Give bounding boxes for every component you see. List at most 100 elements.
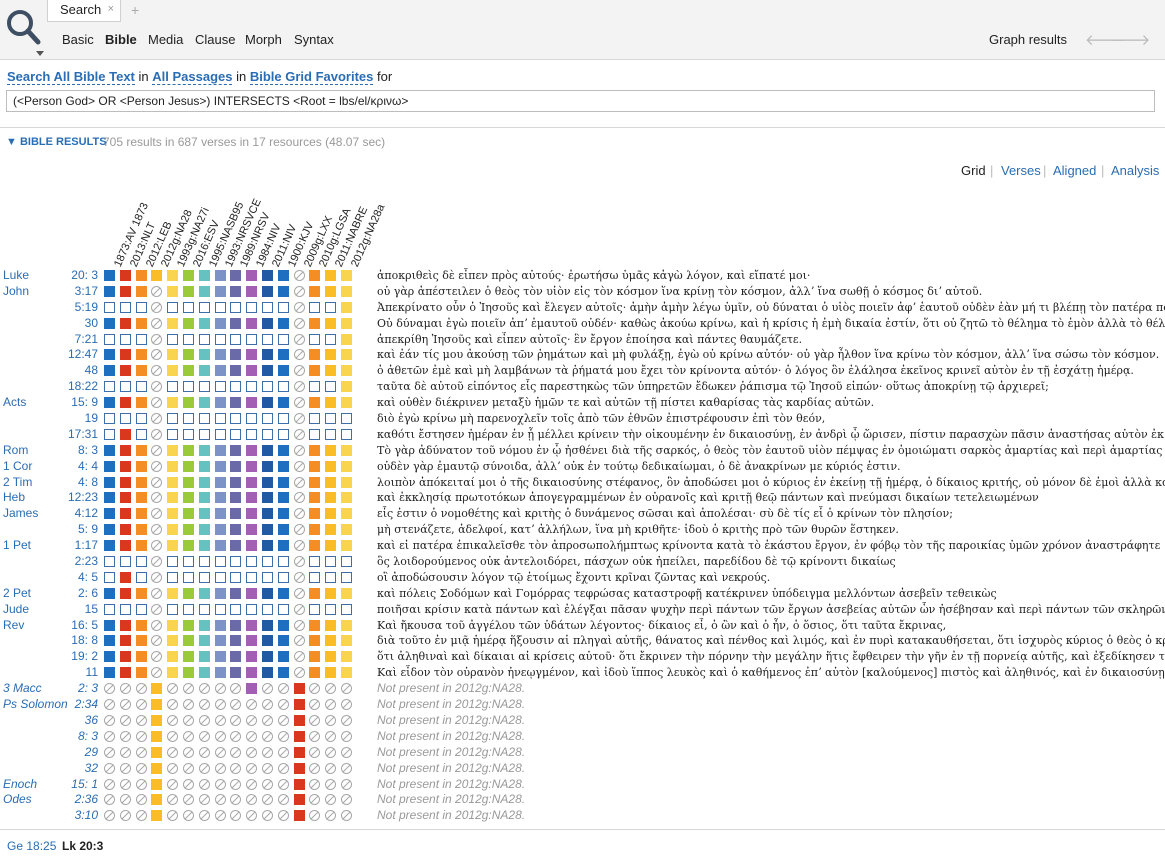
result-hit-cell[interactable]	[214, 270, 226, 281]
result-miss-cell[interactable]	[135, 556, 147, 568]
result-hit-cell[interactable]	[119, 651, 131, 663]
result-hit-cell[interactable]	[183, 635, 194, 647]
result-hit-cell[interactable]	[135, 317, 147, 329]
result-miss-cell[interactable]	[183, 413, 194, 425]
result-hit-cell[interactable]	[214, 651, 226, 663]
result-hit-cell[interactable]	[230, 285, 242, 297]
result-hit-cell[interactable]	[198, 651, 210, 663]
row-verse-ref[interactable]: 18: 8	[38, 633, 98, 647]
row-book-name[interactable]: Rom	[3, 443, 28, 457]
result-hit-cell[interactable]	[246, 397, 258, 409]
result-miss-cell[interactable]	[104, 571, 115, 583]
result-hit-cell[interactable]	[198, 444, 210, 456]
result-hit-cell[interactable]	[119, 444, 131, 456]
result-hit-cell[interactable]	[262, 540, 273, 552]
result-miss-cell[interactable]	[167, 381, 179, 393]
verse-text[interactable]: διὸ ἐγὼ κρίνω μὴ παρενοχλεῖν τοῖς ἀπὸ τῶ…	[377, 411, 1165, 426]
result-miss-cell[interactable]	[119, 381, 131, 393]
result-hit-cell[interactable]	[293, 762, 305, 774]
result-miss-cell[interactable]	[135, 333, 147, 345]
result-hit-cell[interactable]	[277, 667, 289, 679]
result-hit-cell[interactable]	[230, 397, 242, 409]
result-hit-cell[interactable]	[325, 317, 337, 329]
result-hit-cell[interactable]	[246, 285, 258, 297]
result-hit-cell[interactable]	[198, 365, 210, 377]
result-hit-cell[interactable]	[104, 667, 115, 679]
result-hit-cell[interactable]	[104, 524, 115, 536]
result-hit-cell[interactable]	[230, 270, 242, 281]
row-book-name[interactable]: James	[3, 506, 38, 520]
result-miss-cell[interactable]	[230, 413, 242, 425]
result-miss-cell[interactable]	[183, 603, 194, 615]
result-hit-cell[interactable]	[119, 460, 131, 472]
result-hit-cell[interactable]	[262, 619, 273, 631]
result-hit-cell[interactable]	[246, 635, 258, 647]
result-miss-cell[interactable]	[262, 556, 273, 568]
result-hit-cell[interactable]	[183, 492, 194, 504]
result-miss-cell[interactable]	[230, 301, 242, 313]
result-hit-cell[interactable]	[293, 810, 305, 822]
result-hit-cell[interactable]	[183, 444, 194, 456]
row-verse-ref[interactable]: 15: 9	[38, 395, 98, 409]
row-verse-ref[interactable]: 2:34	[38, 697, 98, 711]
result-hit-cell[interactable]	[151, 810, 163, 822]
verse-text[interactable]: οἳ ἀποδώσουσιν λόγον τῷ ἑτοίμως ἔχοντι κ…	[377, 570, 1165, 585]
result-hit-cell[interactable]	[341, 317, 352, 329]
result-hit-cell[interactable]	[309, 285, 321, 297]
result-hit-cell[interactable]	[214, 476, 226, 488]
row-book-name[interactable]: 2 Pet	[3, 586, 31, 600]
result-hit-cell[interactable]	[104, 444, 115, 456]
result-hit-cell[interactable]	[262, 667, 273, 679]
verse-text[interactable]: καὶ ἐκκλησίᾳ πρωτοτόκων ἀπογεγραμμένων ἐ…	[377, 490, 1165, 505]
result-hit-cell[interactable]	[341, 492, 352, 504]
result-miss-cell[interactable]	[214, 428, 226, 440]
result-hit-cell[interactable]	[183, 460, 194, 472]
result-hit-cell[interactable]	[183, 365, 194, 377]
result-hit-cell[interactable]	[230, 365, 242, 377]
result-hit-cell[interactable]	[262, 349, 273, 361]
row-verse-ref[interactable]: 3:10	[38, 808, 98, 822]
result-hit-cell[interactable]	[325, 270, 337, 281]
row-verse-ref[interactable]: 5: 9	[38, 522, 98, 536]
result-hit-cell[interactable]	[151, 762, 163, 774]
result-miss-cell[interactable]	[325, 428, 337, 440]
result-hit-cell[interactable]	[183, 524, 194, 536]
result-miss-cell[interactable]	[230, 428, 242, 440]
result-miss-cell[interactable]	[277, 413, 289, 425]
result-hit-cell[interactable]	[119, 571, 131, 583]
result-hit-cell[interactable]	[167, 317, 179, 329]
result-hit-cell[interactable]	[167, 508, 179, 520]
result-hit-cell[interactable]	[230, 635, 242, 647]
result-hit-cell[interactable]	[135, 270, 147, 281]
result-miss-cell[interactable]	[167, 413, 179, 425]
row-verse-ref[interactable]: 32	[38, 761, 98, 775]
result-hit-cell[interactable]	[309, 492, 321, 504]
result-hit-cell[interactable]	[183, 540, 194, 552]
row-verse-ref[interactable]: 5:19	[38, 300, 98, 314]
result-hit-cell[interactable]	[198, 667, 210, 679]
result-hit-cell[interactable]	[183, 397, 194, 409]
result-miss-cell[interactable]	[262, 571, 273, 583]
result-hit-cell[interactable]	[293, 746, 305, 758]
result-hit-cell[interactable]	[262, 587, 273, 599]
result-hit-cell[interactable]	[277, 587, 289, 599]
result-miss-cell[interactable]	[135, 603, 147, 615]
result-hit-cell[interactable]	[119, 635, 131, 647]
history-previous-ref[interactable]: Ge 18:25	[7, 839, 56, 853]
result-hit-cell[interactable]	[104, 651, 115, 663]
verse-text[interactable]: Καὶ ἤκουσα τοῦ ἀγγέλου τῶν ὑδάτων λέγοντ…	[377, 618, 1165, 633]
result-hit-cell[interactable]	[230, 460, 242, 472]
result-hit-cell[interactable]	[277, 540, 289, 552]
result-hit-cell[interactable]	[135, 587, 147, 599]
verse-text[interactable]: Καὶ εἶδον τὸν οὐρανὸν ἠνεῳγμένον, καὶ ἰδ…	[377, 665, 1165, 680]
result-miss-cell[interactable]	[119, 603, 131, 615]
result-hit-cell[interactable]	[198, 492, 210, 504]
result-hit-cell[interactable]	[246, 492, 258, 504]
verse-text[interactable]: Τὸ γὰρ ἀδύνατον τοῦ νόμου ἐν ᾧ ἠσθένει δ…	[377, 443, 1165, 458]
result-hit-cell[interactable]	[214, 508, 226, 520]
row-book-name[interactable]: 1 Cor	[3, 459, 32, 473]
result-hit-cell[interactable]	[167, 365, 179, 377]
verse-text[interactable]: ὅτι ἀληθιναὶ καὶ δίκαιαι αἱ κρίσεις αὐτο…	[377, 649, 1165, 664]
row-verse-ref[interactable]: 1:17	[38, 538, 98, 552]
result-hit-cell[interactable]	[119, 397, 131, 409]
